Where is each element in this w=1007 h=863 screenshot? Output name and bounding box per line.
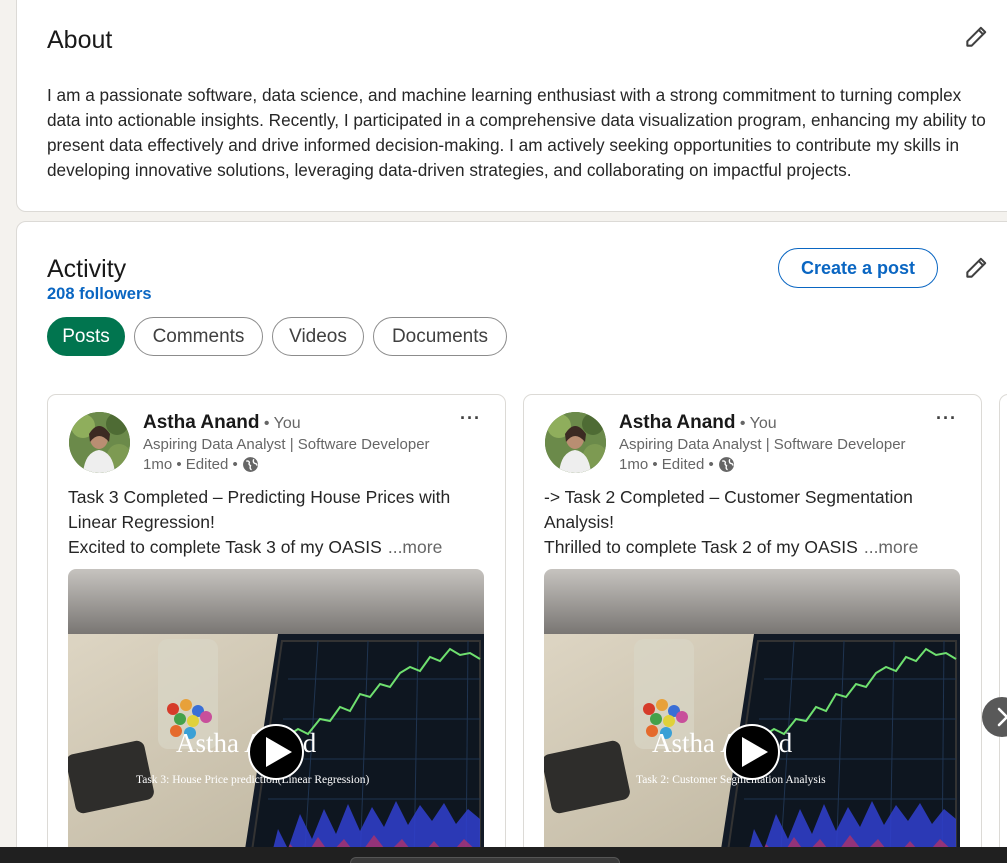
pencil-icon [966, 26, 987, 47]
video-thumbnail[interactable]: Astha Anand Task 3: House Price predicti… [68, 569, 484, 863]
avatar-image [545, 412, 606, 473]
avatar-image [69, 412, 130, 473]
create-post-button[interactable]: Create a post [778, 248, 938, 288]
video-subtitle-text: Task 2: Customer Segmentation Analysis [636, 774, 826, 786]
chevron-right-icon [997, 707, 1007, 727]
tab-videos[interactable]: Videos [272, 317, 364, 356]
post-text-line: Thrilled to complete Task 2 of my OASIS.… [544, 535, 954, 560]
video-subtitle-text: Task 3: House Price prediction(Linear Re… [136, 774, 369, 786]
post-text-line: -> Task 2 Completed – Customer Segmentat… [544, 487, 913, 532]
post-text: Task 3 Completed – Predicting House Pric… [68, 485, 478, 560]
avatar[interactable] [69, 412, 130, 473]
play-icon[interactable] [248, 724, 304, 780]
author-headline: Aspiring Data Analyst | Software Develop… [619, 436, 906, 453]
video-preview: Astha Anand Task 2: Customer Segmentatio… [544, 569, 960, 863]
pencil-icon [966, 257, 987, 278]
author-line[interactable]: Astha Anand • You [619, 412, 777, 434]
post-text-line: Task 3 Completed – Predicting House Pric… [68, 487, 451, 532]
activity-section: Activity 208 followers Create a post Pos… [16, 221, 1007, 863]
taskbar-search[interactable] [350, 857, 620, 863]
tab-comments[interactable]: Comments [134, 317, 263, 356]
post-options-button[interactable]: ··· [936, 408, 957, 429]
post-card[interactable]: Astha Anand • You Aspiring Data Analyst … [523, 394, 982, 863]
about-text: I am a passionate software, data science… [47, 85, 986, 180]
post-text: -> Task 2 Completed – Customer Segmentat… [544, 485, 954, 560]
see-more-link[interactable]: ...more [388, 537, 442, 557]
post-text-snippet: Thrilled to complete Task 2 of my OASIS [544, 537, 858, 557]
author-name[interactable]: Astha Anand [619, 412, 735, 433]
video-preview: Astha Anand Task 3: House Price predicti… [68, 569, 484, 863]
about-title: About [47, 26, 113, 54]
activity-title: Activity [47, 255, 127, 283]
post-card[interactable]: Astha Anand • You Aspiring Data Analyst … [47, 394, 506, 863]
tab-posts[interactable]: Posts [47, 317, 125, 356]
play-icon[interactable] [724, 724, 780, 780]
post-meta: 1mo • Edited • [143, 456, 259, 473]
post-timestamp: 1mo • Edited • [619, 456, 714, 473]
author-you-label: • You [739, 415, 777, 432]
avatar[interactable] [545, 412, 606, 473]
edit-activity-button[interactable] [961, 253, 991, 283]
see-more-link[interactable]: ...more [864, 537, 918, 557]
author-name[interactable]: Astha Anand [143, 412, 259, 433]
author-you-label: • You [263, 415, 301, 432]
os-taskbar [0, 847, 1007, 863]
author-headline: Aspiring Data Analyst | Software Develop… [143, 436, 430, 453]
edit-about-button[interactable] [961, 22, 991, 52]
globe-icon [718, 457, 734, 472]
post-options-button[interactable]: ··· [460, 408, 481, 429]
author-line[interactable]: Astha Anand • You [143, 412, 301, 434]
tab-documents[interactable]: Documents [373, 317, 507, 356]
about-section: About I am a passionate software, data s… [16, 0, 1007, 212]
globe-icon [242, 457, 258, 472]
post-text-line: Excited to complete Task 3 of my OASIS..… [68, 535, 478, 560]
post-meta: 1mo • Edited • [619, 456, 735, 473]
post-text-snippet: Excited to complete Task 3 of my OASIS [68, 537, 382, 557]
post-card-next[interactable] [999, 394, 1007, 863]
post-timestamp: 1mo • Edited • [143, 456, 238, 473]
followers-link[interactable]: 208 followers [47, 285, 152, 304]
video-thumbnail[interactable]: Astha Anand Task 2: Customer Segmentatio… [544, 569, 960, 863]
